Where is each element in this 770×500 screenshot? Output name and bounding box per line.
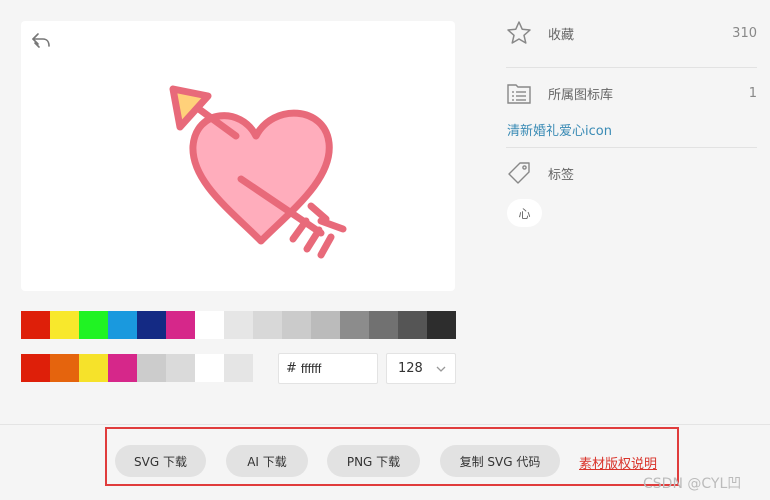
color-swatch[interactable]: [195, 311, 224, 339]
color-swatch[interactable]: [21, 354, 50, 382]
reply-arrow-icon[interactable]: [29, 29, 53, 53]
color-swatch[interactable]: [340, 311, 369, 339]
color-hex-input[interactable]: # ffffff: [278, 353, 378, 384]
color-swatch[interactable]: [166, 354, 195, 382]
divider: [506, 67, 757, 68]
library-label: 所属图标库: [548, 87, 614, 103]
ai-download-button[interactable]: AI 下载: [226, 445, 308, 477]
watermark: CSDN @CYL凹: [643, 476, 742, 492]
library-row: 所属图标库 1: [506, 78, 757, 108]
hex-hash-symbol: #: [286, 361, 297, 376]
color-swatch[interactable]: [369, 311, 398, 339]
color-swatch[interactable]: [79, 311, 108, 339]
folder-list-icon: [507, 84, 531, 104]
color-swatch[interactable]: [166, 311, 195, 339]
color-swatch[interactable]: [224, 354, 253, 382]
library-count: 1: [748, 85, 757, 101]
footer-divider: [0, 424, 770, 425]
color-swatch[interactable]: [282, 311, 311, 339]
tags-row: 标签: [506, 158, 757, 188]
color-swatch[interactable]: [21, 311, 50, 339]
png-download-button[interactable]: PNG 下载: [327, 445, 420, 477]
color-swatch[interactable]: [427, 311, 456, 339]
color-swatch[interactable]: [195, 354, 224, 382]
icon-size-select[interactable]: 128: [386, 353, 456, 384]
library-name-link[interactable]: 清新婚礼爱心icon: [507, 120, 612, 139]
color-swatch[interactable]: [398, 311, 427, 339]
color-swatch[interactable]: [311, 311, 340, 339]
divider: [506, 147, 757, 148]
tag-chip[interactable]: 心: [507, 199, 542, 227]
star-icon[interactable]: [506, 20, 532, 46]
color-swatch[interactable]: [224, 311, 253, 339]
size-value: 128: [398, 361, 423, 376]
favorite-count: 310: [732, 25, 757, 41]
icon-preview-panel: [21, 21, 455, 291]
favorite-row[interactable]: 收藏 310: [506, 18, 757, 48]
hex-value[interactable]: ffffff: [301, 361, 322, 376]
color-swatch[interactable]: [79, 354, 108, 382]
color-swatch[interactable]: [50, 311, 79, 339]
heart-with-arrow-icon: [169, 85, 347, 259]
color-swatch[interactable]: [108, 311, 137, 339]
svg-download-button[interactable]: SVG 下载: [115, 445, 206, 477]
chevron-down-icon: [436, 366, 446, 372]
color-swatch[interactable]: [137, 311, 166, 339]
favorite-label: 收藏: [548, 27, 575, 43]
color-swatch[interactable]: [108, 354, 137, 382]
tag-icon: [508, 162, 530, 184]
color-swatch[interactable]: [253, 311, 282, 339]
color-swatch[interactable]: [137, 354, 166, 382]
tags-label: 标签: [548, 167, 575, 183]
copyright-link[interactable]: 素材版权说明: [579, 453, 657, 472]
copy-svg-code-button[interactable]: 复制 SVG 代码: [440, 445, 560, 477]
color-palette-row-2: [21, 354, 253, 382]
color-swatch[interactable]: [50, 354, 79, 382]
color-palette-row-1: [21, 311, 456, 339]
